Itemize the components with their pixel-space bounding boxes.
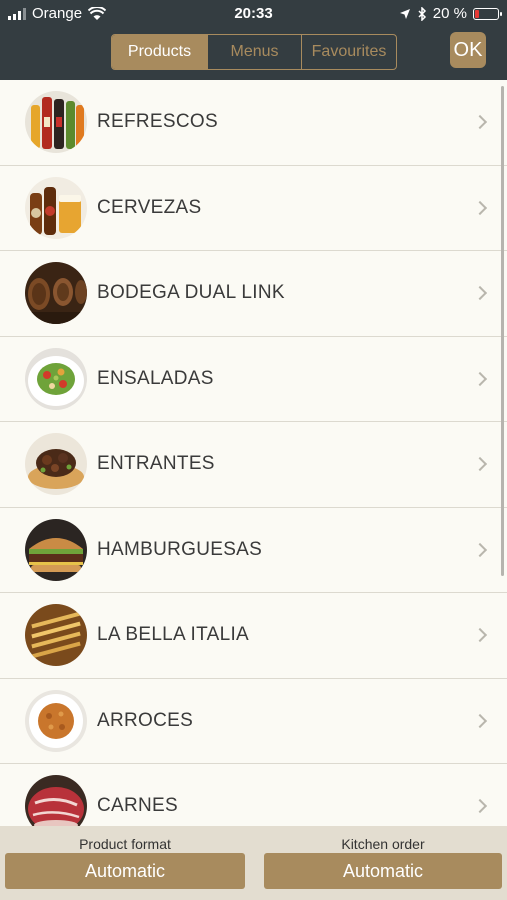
chevron-right-icon bbox=[472, 542, 488, 557]
kitchen-order-button[interactable]: Automatic bbox=[264, 853, 502, 889]
list-item[interactable]: ENTRANTES bbox=[0, 422, 507, 508]
list-item[interactable]: ARROCES bbox=[0, 678, 507, 764]
chevron-right-icon bbox=[472, 200, 488, 215]
category-label: LA BELLA ITALIA bbox=[97, 624, 250, 646]
chevron-right-icon bbox=[472, 115, 488, 130]
list-item[interactable]: LA BELLA ITALIA bbox=[0, 593, 507, 679]
product-format-button[interactable]: Automatic bbox=[5, 853, 245, 889]
status-right: 20 % bbox=[399, 5, 502, 22]
scrollbar[interactable] bbox=[501, 86, 504, 576]
category-label: REFRESCOS bbox=[97, 111, 218, 133]
kitchen-order-label: Kitchen order bbox=[341, 836, 425, 852]
kitchen-order-group: Kitchen order Automatic bbox=[264, 826, 502, 889]
list-item[interactable]: HAMBURGUESAS bbox=[0, 507, 507, 593]
list-item[interactable]: REFRESCOS bbox=[0, 80, 507, 166]
chevron-right-icon bbox=[472, 286, 488, 301]
chevron-right-icon bbox=[472, 371, 488, 386]
soft-drink-bottles-thumbnail bbox=[25, 91, 87, 154]
product-format-label: Product format bbox=[79, 836, 171, 852]
list-item[interactable]: CERVEZAS bbox=[0, 165, 507, 251]
location-arrow-icon bbox=[399, 8, 410, 19]
category-label: CARNES bbox=[97, 795, 178, 817]
chevron-right-icon bbox=[472, 713, 488, 728]
battery-icon bbox=[473, 7, 502, 20]
tab-menus[interactable]: Menus bbox=[207, 35, 301, 69]
tab-products[interactable]: Products bbox=[112, 35, 207, 69]
category-label: HAMBURGUESAS bbox=[97, 538, 263, 560]
bluetooth-icon bbox=[418, 6, 426, 21]
chevron-right-icon bbox=[472, 628, 488, 643]
category-label: ENTRANTES bbox=[97, 453, 215, 475]
nav-bar: Products Menus Favourites OK bbox=[0, 28, 507, 80]
category-list: REFRESCOS CERVEZAS BODEGA DUAL LINK ENSA… bbox=[0, 80, 507, 826]
category-label: CERVEZAS bbox=[97, 196, 202, 218]
status-bar: Orange 20:33 20 % bbox=[0, 0, 507, 28]
category-label: ENSALADAS bbox=[97, 367, 214, 389]
segmented-control: Products Menus Favourites bbox=[111, 34, 397, 70]
chevron-right-icon bbox=[472, 457, 488, 472]
beer-bottles-thumbnail bbox=[25, 176, 87, 239]
pasta-thumbnail bbox=[25, 604, 87, 667]
chevron-right-icon bbox=[472, 799, 488, 814]
category-label: ARROCES bbox=[97, 709, 194, 731]
list-item[interactable]: ENSALADAS bbox=[0, 336, 507, 422]
list-item[interactable]: CARNES bbox=[0, 764, 507, 826]
hamburger-thumbnail bbox=[25, 518, 87, 581]
starter-dish-thumbnail bbox=[25, 433, 87, 496]
battery-percent: 20 % bbox=[432, 5, 467, 22]
meat-steak-thumbnail bbox=[25, 775, 87, 826]
wine-cellar-thumbnail bbox=[25, 262, 87, 325]
ok-button[interactable]: OK bbox=[450, 32, 486, 68]
tab-favourites[interactable]: Favourites bbox=[301, 35, 396, 69]
bottom-options-panel: Product format Automatic Kitchen order A… bbox=[0, 826, 507, 900]
rice-dish-thumbnail bbox=[25, 689, 87, 752]
category-label: BODEGA DUAL LINK bbox=[97, 282, 285, 304]
salad-plate-thumbnail bbox=[25, 347, 87, 410]
list-item[interactable]: BODEGA DUAL LINK bbox=[0, 251, 507, 337]
product-format-group: Product format Automatic bbox=[5, 826, 245, 889]
